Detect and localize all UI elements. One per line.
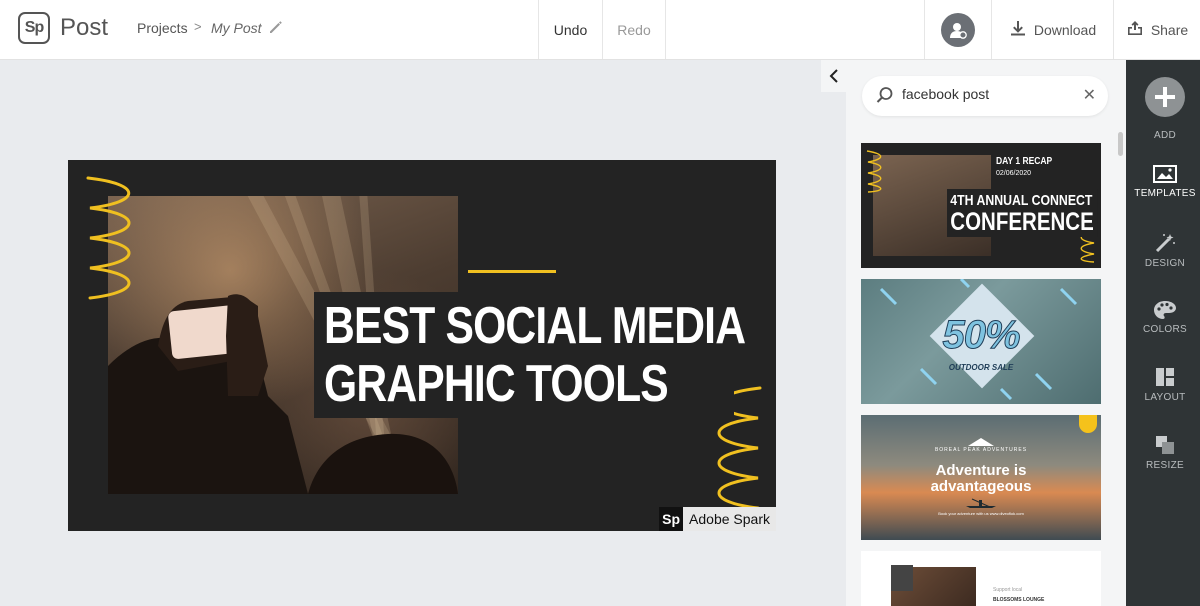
search-icon [876, 86, 894, 109]
palette-icon [1154, 301, 1176, 319]
breadcrumb-projects-link[interactable]: Projects [137, 20, 188, 36]
invite-collaborator-avatar-icon[interactable] [941, 12, 975, 47]
rail-item-templates[interactable]: TEMPLATES [1126, 164, 1200, 199]
kayak-silhouette [966, 498, 996, 508]
template-card-conference[interactable]: DAY 1 RECAP 02/06/2020 4TH ANNUAL CONNEC… [861, 143, 1101, 268]
templates-image-icon [1153, 165, 1177, 183]
template-brand: BOREAL PEAK ADVENTURES [934, 447, 1028, 453]
template-search-input[interactable] [902, 86, 1072, 102]
template-footer: Book your adventure with us www.diveoflo… [938, 511, 1024, 516]
layout-label: LAYOUT [1144, 392, 1186, 403]
add-button[interactable] [1145, 77, 1185, 117]
right-tool-rail: ADD TEMPLATES DESIGN COLORS LAYOUT RESIZ… [1126, 60, 1200, 606]
sale-subtitle: OUTDOOR SALE [948, 363, 1014, 372]
app-name: Post [60, 14, 109, 41]
template-headline-line-2: advantageous [930, 478, 1032, 495]
template-search-box: ✕ [862, 76, 1108, 116]
rail-item-colors[interactable]: COLORS [1126, 300, 1200, 335]
rail-item-design[interactable]: DESIGN [1126, 232, 1200, 269]
template-date-label: 02/06/2020 [996, 170, 1032, 177]
download-icon [1010, 20, 1026, 39]
template-day-label: DAY 1 RECAP [996, 156, 1053, 167]
headline-line-2: GRAPHIC TOOLS [324, 355, 669, 413]
headline-line-1: BEST SOCIAL MEDIA [324, 297, 746, 355]
clear-search-icon[interactable]: ✕ [1083, 85, 1096, 105]
templates-label: TEMPLATES [1134, 188, 1196, 199]
panel-scrollbar[interactable] [1118, 132, 1123, 156]
share-button[interactable]: Share [1115, 0, 1200, 59]
template-photo-accent [891, 565, 913, 591]
resize-label: RESIZE [1146, 460, 1184, 471]
watermark-label: Adobe Spark [689, 511, 770, 527]
template-headline: Adventure is advantageous [861, 463, 1101, 495]
collapse-panel-button[interactable] [821, 60, 847, 92]
magic-wand-icon [1155, 234, 1175, 253]
edit-title-pencil-icon[interactable] [268, 19, 284, 40]
template-card-outdoor-sale[interactable]: 50% OUTDOOR SALE [861, 279, 1101, 404]
add-label: ADD [1153, 130, 1176, 141]
rail-add-label-item[interactable]: ADD [1126, 126, 1200, 141]
yellow-squiggle [866, 150, 882, 193]
chevron-left-icon [829, 69, 838, 83]
rail-item-layout[interactable]: LAYOUT [1126, 366, 1200, 403]
yellow-squiggle-top-left [86, 176, 131, 300]
gold-accent-line [468, 270, 556, 273]
mountain-logo-icon [968, 438, 994, 446]
template-card-blossoms[interactable]: Support local BLOSSOMS LOUNGE [861, 551, 1101, 606]
layout-grid-icon [1156, 368, 1174, 386]
collaborators-area [924, 0, 992, 59]
share-icon [1127, 20, 1143, 39]
spark-logo-icon[interactable]: Sp [18, 12, 50, 44]
redo-button[interactable]: Redo [603, 0, 666, 59]
rail-item-resize[interactable]: RESIZE [1126, 434, 1200, 471]
template-headline: 4TH ANNUAL CONNECT CONFERENCE [947, 189, 1098, 237]
template-card-adventure[interactable]: BOREAL PEAK ADVENTURES Adventure is adva… [861, 415, 1101, 540]
sale-percent: 50% [942, 313, 1021, 358]
template-headline-line-1: Adventure is [935, 462, 1027, 479]
breadcrumb-separator: > [194, 19, 202, 34]
premium-badge-icon [1079, 415, 1097, 433]
headline-text[interactable]: BEST SOCIAL MEDIA GRAPHIC TOOLS [324, 297, 746, 413]
template-label: Support local [993, 587, 1023, 593]
watermark-logo-icon: Sp [659, 507, 684, 531]
design-label: DESIGN [1144, 258, 1186, 269]
undo-button[interactable]: Undo [538, 0, 603, 59]
design-canvas[interactable]: BEST SOCIAL MEDIA GRAPHIC TOOLS Sp Adobe… [68, 160, 776, 531]
templates-panel: ✕ DAY 1 RECAP 02/06/2020 4TH ANNUAL CONN… [846, 60, 1126, 606]
plus-icon [1155, 87, 1175, 107]
download-button[interactable]: Download [993, 0, 1114, 59]
adobe-spark-watermark[interactable]: Sp Adobe Spark [659, 507, 776, 531]
share-label: Share [1150, 21, 1189, 38]
colors-label: COLORS [1142, 324, 1188, 335]
template-headline-line-2: CONFERENCE [950, 208, 1094, 236]
template-title: BLOSSOMS LOUNGE [993, 597, 1045, 603]
download-label: Download [1033, 21, 1097, 38]
resize-icon [1156, 436, 1174, 454]
project-title[interactable]: My Post [211, 20, 262, 36]
top-bar: Sp Post Projects > My Post Undo Redo Dow… [0, 0, 1200, 60]
